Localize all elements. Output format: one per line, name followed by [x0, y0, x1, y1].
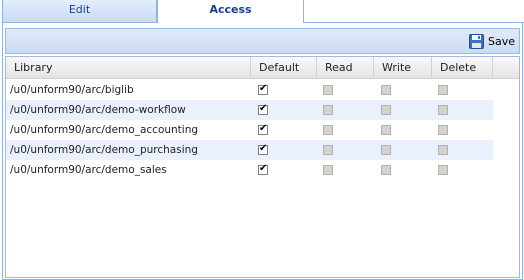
- delete-checkbox[interactable]: [438, 125, 448, 135]
- delete-checkbox[interactable]: [438, 165, 448, 175]
- library-path: /u0/unform90/arc/biglib: [10, 84, 134, 96]
- column-header-read[interactable]: Read: [317, 57, 374, 79]
- write-checkbox[interactable]: [381, 165, 391, 175]
- delete-checkbox[interactable]: [438, 85, 448, 95]
- save-label: Save: [487, 35, 515, 48]
- read-checkbox[interactable]: [323, 125, 333, 135]
- read-checkbox[interactable]: [323, 145, 333, 155]
- access-panel: Save Library Default Read Write Delete /…: [2, 23, 523, 280]
- check-icon: ✔: [259, 123, 268, 134]
- table-row[interactable]: /u0/unform90/arc/demo_sales ✔: [6, 160, 493, 180]
- column-header-delete[interactable]: Delete: [432, 57, 493, 79]
- column-header-write[interactable]: Write: [374, 57, 432, 79]
- default-checkbox[interactable]: ✔: [258, 143, 268, 155]
- table-row[interactable]: /u0/unform90/arc/demo_accounting ✔: [6, 120, 493, 140]
- tab-edit[interactable]: Edit: [2, 0, 157, 23]
- library-path: /u0/unform90/arc/demo_sales: [10, 164, 167, 176]
- grid-body: /u0/unform90/arc/biglib ✔ /u0/unform90/a…: [6, 80, 493, 180]
- write-checkbox[interactable]: [381, 85, 391, 95]
- library-path: /u0/unform90/arc/demo_purchasing: [10, 144, 198, 156]
- write-checkbox[interactable]: [381, 105, 391, 115]
- check-icon: ✔: [259, 103, 268, 114]
- library-grid: Library Default Read Write Delete /u0/un…: [5, 56, 520, 278]
- check-icon: ✔: [259, 83, 268, 94]
- column-header-library[interactable]: Library: [6, 57, 251, 79]
- library-path: /u0/unform90/arc/demo_accounting: [10, 124, 199, 136]
- delete-checkbox[interactable]: [438, 105, 448, 115]
- tab-bar: Edit Access: [0, 0, 524, 24]
- default-checkbox[interactable]: ✔: [258, 83, 268, 95]
- write-checkbox[interactable]: [381, 145, 391, 155]
- column-header-default[interactable]: Default: [251, 57, 317, 79]
- read-checkbox[interactable]: [323, 105, 333, 115]
- table-row[interactable]: /u0/unform90/arc/biglib ✔: [6, 80, 493, 100]
- grid-header: Library Default Read Write Delete: [6, 57, 519, 79]
- tab-access[interactable]: Access: [157, 0, 304, 24]
- read-checkbox[interactable]: [323, 165, 333, 175]
- table-row[interactable]: /u0/unform90/arc/demo_purchasing ✔: [6, 140, 493, 160]
- read-checkbox[interactable]: [323, 85, 333, 95]
- save-disk-icon: [468, 34, 484, 49]
- write-checkbox[interactable]: [381, 125, 391, 135]
- save-button[interactable]: Save: [468, 32, 515, 51]
- table-row[interactable]: /u0/unform90/arc/demo-workflow ✔: [6, 100, 493, 120]
- check-icon: ✔: [259, 143, 268, 154]
- default-checkbox[interactable]: ✔: [258, 163, 268, 175]
- toolbar: Save: [5, 28, 520, 54]
- library-path: /u0/unform90/arc/demo-workflow: [10, 104, 186, 116]
- tab-strip-filler: [304, 0, 524, 23]
- default-checkbox[interactable]: ✔: [258, 103, 268, 115]
- check-icon: ✔: [259, 163, 268, 174]
- default-checkbox[interactable]: ✔: [258, 123, 268, 135]
- delete-checkbox[interactable]: [438, 145, 448, 155]
